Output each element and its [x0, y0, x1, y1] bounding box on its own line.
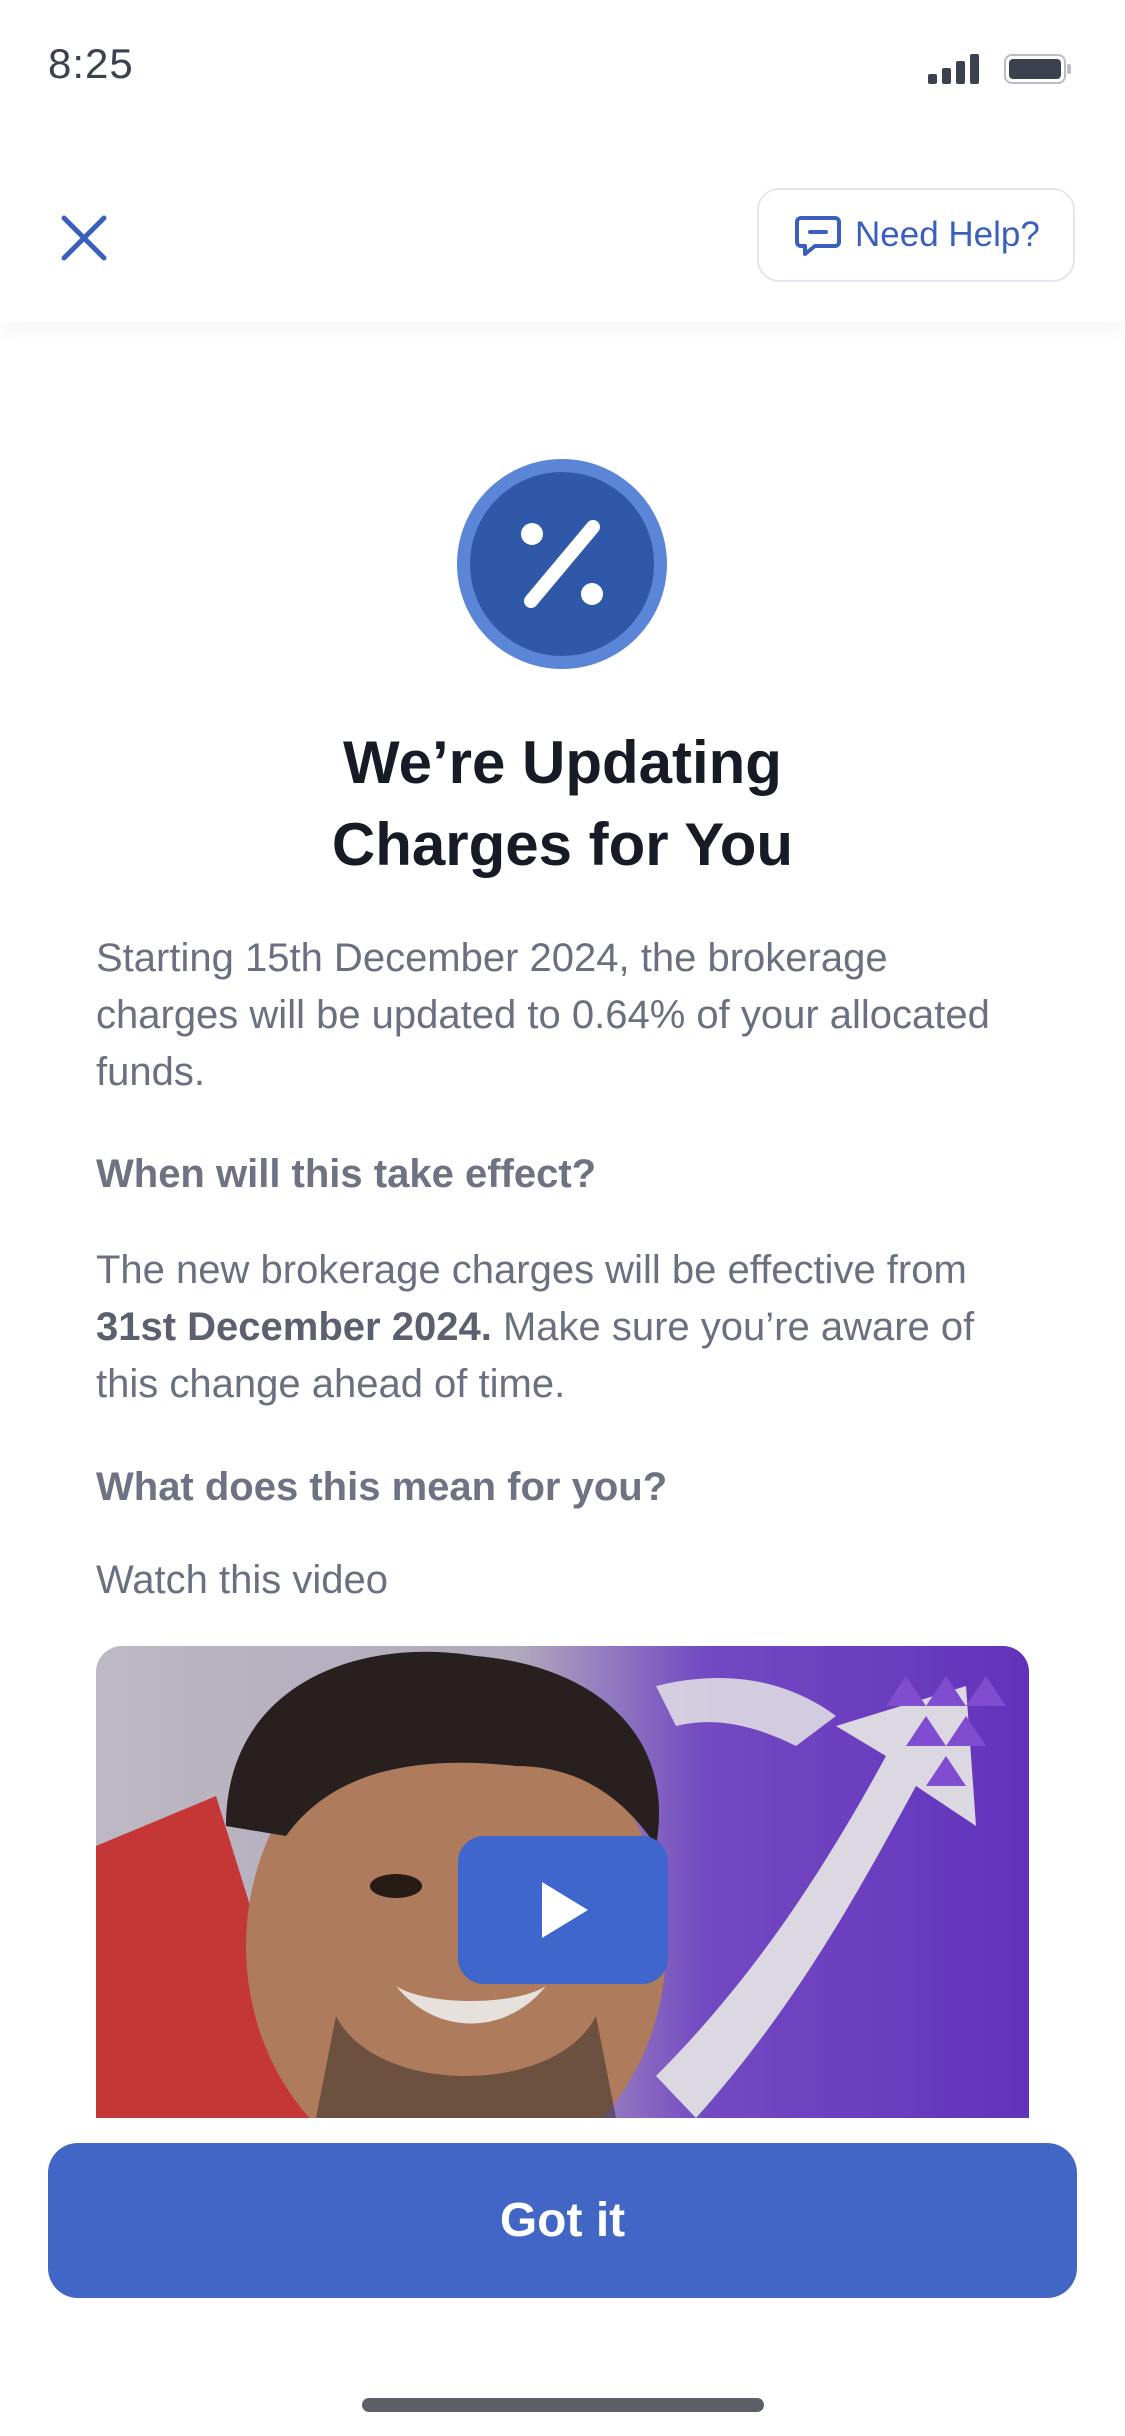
effect-text: The new brokerage charges will be effect…	[96, 1242, 1036, 1413]
battery-icon	[1004, 54, 1071, 84]
status-bar: 8:25	[0, 0, 1125, 130]
title-line-2: Charges for You	[331, 811, 794, 878]
effect-heading: When will this take effect?	[96, 1152, 597, 1196]
home-indicator[interactable]	[362, 2398, 764, 2412]
need-help-button[interactable]: Need Help?	[757, 188, 1075, 282]
got-it-button[interactable]: Got it	[48, 2143, 1077, 2298]
percent-icon	[457, 459, 667, 669]
need-help-label: Need Help?	[855, 215, 1040, 254]
status-time: 8:25	[48, 40, 134, 87]
intro-text: Starting 15th December 2024, the brokera…	[96, 936, 990, 1094]
title-line-1: We’re Updating	[343, 729, 782, 796]
play-icon[interactable]	[458, 1836, 668, 1984]
close-icon[interactable]	[56, 210, 112, 266]
page-title: We’re Updating Charges for You	[100, 722, 1025, 886]
video-thumbnail[interactable]	[96, 1646, 1029, 2118]
top-bar: Need Help?	[0, 130, 1125, 322]
effect-date: 31st December 2024.	[96, 1305, 492, 1349]
signal-icon	[928, 54, 979, 84]
watch-video-label: Watch this video	[96, 1558, 388, 1602]
got-it-label: Got it	[499, 2194, 626, 2247]
meaning-heading: What does this mean for you?	[96, 1465, 668, 1509]
effect-text-pre: The new brokerage charges will be effect…	[96, 1248, 967, 1292]
chat-help-icon	[795, 216, 841, 256]
